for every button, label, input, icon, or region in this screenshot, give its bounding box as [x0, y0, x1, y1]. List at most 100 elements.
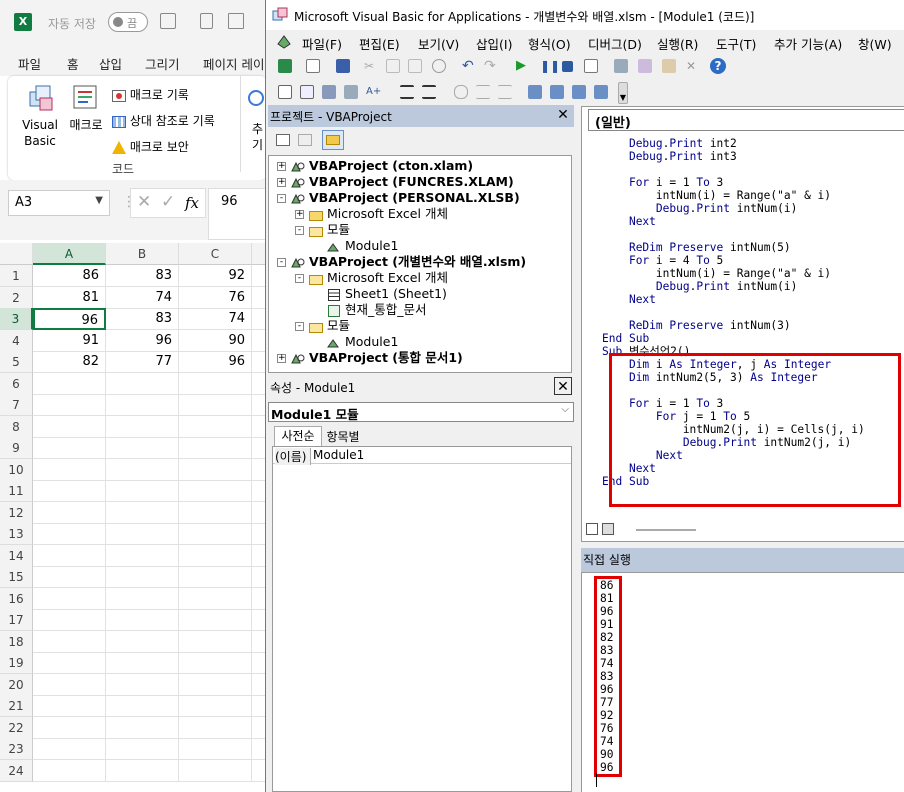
- select-all-corner[interactable]: [0, 243, 33, 265]
- row-header[interactable]: 22: [0, 716, 33, 739]
- redo-icon[interactable]: ↷: [484, 59, 498, 73]
- cell[interactable]: [106, 372, 179, 395]
- collapse-icon[interactable]: -: [277, 194, 286, 203]
- tree-node[interactable]: VBAProject (FUNCRES.XLAM): [291, 174, 514, 190]
- name-box[interactable]: A3 ▼: [8, 190, 110, 216]
- cell[interactable]: [33, 716, 106, 739]
- full-module-view-icon[interactable]: [602, 523, 614, 535]
- indent-icon[interactable]: [400, 85, 414, 99]
- outdent-icon[interactable]: [422, 85, 436, 99]
- row-header[interactable]: 11: [0, 480, 33, 502]
- cell[interactable]: [179, 415, 252, 438]
- cell[interactable]: 81: [33, 286, 106, 309]
- menu-window[interactable]: 창(W): [858, 34, 892, 53]
- cell[interactable]: [33, 480, 106, 502]
- cell[interactable]: [106, 394, 179, 416]
- cell[interactable]: 77: [106, 351, 179, 373]
- visual-basic-button[interactable]: Visual Basic: [18, 82, 62, 149]
- tab-alphabetic[interactable]: 사전순: [274, 426, 322, 446]
- object-browser-icon[interactable]: [662, 59, 676, 73]
- toolbar-overflow-icon[interactable]: ▼: [618, 82, 628, 104]
- cell[interactable]: [179, 673, 252, 696]
- row-header[interactable]: 2: [0, 286, 33, 309]
- cell[interactable]: 83: [106, 308, 179, 330]
- cell[interactable]: [179, 587, 252, 610]
- cell[interactable]: 91: [33, 329, 106, 352]
- cell[interactable]: [179, 394, 252, 416]
- cell[interactable]: [33, 437, 106, 459]
- cell[interactable]: 83: [106, 265, 179, 287]
- cell[interactable]: [179, 544, 252, 567]
- cell[interactable]: [106, 652, 179, 674]
- collapse-icon[interactable]: -: [295, 322, 304, 331]
- menu-tools[interactable]: 도구(T): [716, 34, 756, 53]
- new-file-icon[interactable]: [200, 13, 213, 29]
- cell[interactable]: [33, 458, 106, 481]
- chevron-down-icon[interactable]: ▼: [95, 195, 103, 206]
- toggle-bookmark-icon[interactable]: [528, 85, 542, 99]
- row-header[interactable]: 17: [0, 609, 33, 631]
- cell[interactable]: [106, 738, 179, 760]
- cut-icon[interactable]: ✂: [364, 59, 378, 73]
- copy-icon[interactable]: [386, 59, 400, 73]
- reset-icon[interactable]: [562, 61, 573, 72]
- cell[interactable]: [106, 544, 179, 567]
- cell[interactable]: [106, 630, 179, 653]
- view-excel-icon[interactable]: [278, 59, 292, 73]
- expand-icon[interactable]: +: [295, 210, 304, 219]
- row-header[interactable]: 1: [0, 265, 33, 287]
- cell[interactable]: 92: [179, 265, 252, 287]
- menu-addins[interactable]: 추가 기능(A): [774, 34, 842, 53]
- object-combo[interactable]: Module1 모듈 ⌵: [268, 402, 574, 422]
- addin-icon[interactable]: [248, 90, 264, 106]
- view-code-icon[interactable]: [276, 134, 290, 146]
- menu-insert[interactable]: 삽입(I): [476, 34, 512, 53]
- cell[interactable]: [33, 394, 106, 416]
- tab-home[interactable]: 홈: [67, 54, 79, 73]
- row-header[interactable]: 14: [0, 544, 33, 567]
- tree-node[interactable]: 현재_통합_문서: [327, 302, 427, 318]
- toggle-breakpoint-icon[interactable]: [454, 85, 468, 99]
- cell[interactable]: [106, 695, 179, 717]
- menu-run[interactable]: 실행(R): [657, 34, 698, 53]
- project-explorer-icon[interactable]: [614, 59, 628, 73]
- cell[interactable]: [106, 609, 179, 631]
- row-header[interactable]: 24: [0, 759, 33, 782]
- cell[interactable]: [33, 652, 106, 674]
- cell[interactable]: [179, 609, 252, 631]
- row-header[interactable]: 12: [0, 501, 33, 524]
- menu-edit[interactable]: 편집(E): [359, 34, 400, 53]
- save-icon-vbe[interactable]: [336, 59, 350, 73]
- paste-icon[interactable]: [408, 59, 422, 73]
- cell[interactable]: 90: [179, 329, 252, 352]
- cell[interactable]: [179, 695, 252, 717]
- cell[interactable]: [33, 695, 106, 717]
- cancel-icon[interactable]: ✕: [137, 192, 151, 212]
- tree-node[interactable]: Module1: [327, 334, 398, 350]
- cell[interactable]: [179, 523, 252, 545]
- cell[interactable]: [33, 566, 106, 588]
- cell[interactable]: 86: [33, 265, 106, 287]
- row-header[interactable]: 18: [0, 630, 33, 653]
- property-value[interactable]: Module1: [313, 448, 364, 462]
- cell[interactable]: [33, 372, 106, 395]
- cell[interactable]: [33, 501, 106, 524]
- cell[interactable]: [33, 630, 106, 653]
- clear-bookmarks-icon[interactable]: [594, 85, 608, 99]
- properties-icon[interactable]: [638, 59, 652, 73]
- tree-node[interactable]: VBAProject (개별변수와 배열.xlsm): [291, 254, 526, 270]
- tab-insert[interactable]: 삽입: [99, 54, 122, 73]
- cell[interactable]: [106, 673, 179, 696]
- cell[interactable]: [33, 587, 106, 610]
- parameter-info-icon[interactable]: [344, 85, 358, 99]
- row-header[interactable]: 9: [0, 437, 33, 459]
- cell[interactable]: [179, 480, 252, 502]
- cell[interactable]: [179, 372, 252, 395]
- menu-debug[interactable]: 디버그(D): [588, 34, 642, 53]
- tree-node[interactable]: VBAProject (통합 문서1): [291, 350, 463, 366]
- cell[interactable]: [33, 415, 106, 438]
- cell[interactable]: [106, 523, 179, 545]
- column-header-c[interactable]: C: [179, 243, 252, 265]
- tab-categorized[interactable]: 항목별: [320, 428, 366, 446]
- cell[interactable]: [179, 630, 252, 653]
